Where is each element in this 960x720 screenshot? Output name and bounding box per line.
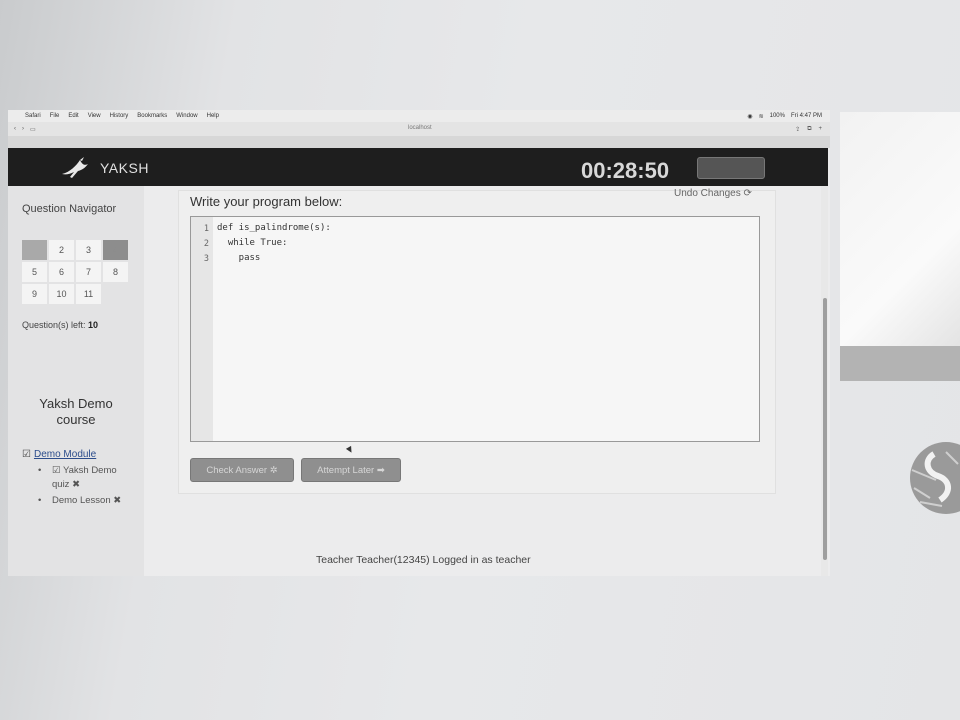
menu-edit[interactable]: Edit	[68, 113, 78, 119]
navbar: YAKSH 00:28:50	[8, 148, 828, 186]
menu-safari[interactable]: Safari	[25, 113, 41, 119]
edit-icon: ☑	[52, 465, 63, 476]
clock[interactable]: Fri 4:47 PM	[791, 113, 822, 119]
question-navigator-title: Question Navigator	[22, 203, 117, 215]
module-item-quiz[interactable]: ☑ Yaksh Demo quiz ✖	[38, 464, 134, 492]
cross-icon: ✖	[113, 495, 122, 506]
logged-in-footer: Teacher Teacher(12345) Logged in as teac…	[316, 554, 531, 566]
check-answer-label: Check Answer	[206, 464, 268, 476]
questions-left: Question(s) left: 10	[22, 320, 98, 330]
scrollbar-thumb[interactable]	[823, 298, 827, 560]
question-button-7[interactable]: 7	[76, 262, 101, 282]
yaksh-bird-logo-icon	[62, 157, 88, 178]
module-item-lesson[interactable]: Demo Lesson ✖	[38, 494, 134, 508]
menu-file[interactable]: File	[50, 113, 60, 119]
code-line[interactable]: while True:	[217, 238, 288, 248]
menu-bookmarks[interactable]: Bookmarks	[137, 113, 167, 119]
undo-changes-link[interactable]: Undo Changes ⟳	[674, 188, 752, 199]
attempt-later-button[interactable]: Attempt Later ➡	[301, 458, 401, 482]
questions-left-label: Question(s) left:	[22, 320, 86, 330]
module-link[interactable]: ☑ Demo Module	[22, 449, 96, 460]
back-icon[interactable]: ‹	[14, 126, 16, 133]
share-icon[interactable]: ⇪	[795, 126, 800, 133]
desk-surface	[840, 346, 960, 381]
refresh-icon: ⟳	[743, 188, 752, 199]
line-number: 3	[203, 254, 209, 264]
browser-toolbar: ‹ › ▭ localhost ⇪ ⧉ +	[8, 122, 830, 137]
quit-exam-button[interactable]	[697, 157, 765, 179]
question-button-4[interactable]: 4	[103, 240, 128, 260]
menu-history[interactable]: History	[110, 113, 129, 119]
line-number-gutter	[191, 217, 213, 441]
question-button-3[interactable]: 3	[76, 240, 101, 260]
code-editor[interactable]: 1 def is_palindrome(s): 2 while True: 3 …	[190, 216, 760, 442]
course-name: Yaksh Demo course	[39, 396, 113, 427]
module-item-label[interactable]: Demo Lesson	[52, 495, 111, 506]
arrow-right-icon: ➡	[376, 464, 385, 476]
tabs-icon[interactable]: ⧉	[807, 126, 811, 133]
quiz-timer: 00:28:50	[581, 158, 670, 183]
attempt-later-label: Attempt Later	[317, 464, 375, 476]
os-menubar: Safari File Edit View History Bookmarks …	[8, 110, 830, 122]
module-name[interactable]: Demo Module	[34, 449, 96, 460]
question-button-9[interactable]: 9	[22, 284, 47, 304]
question-button-11[interactable]: 11	[76, 284, 101, 304]
forward-icon[interactable]: ›	[22, 126, 24, 133]
question-button-8[interactable]: 8	[103, 262, 128, 282]
wifi-icon[interactable]: ≋	[759, 113, 764, 120]
question-navigator-grid: 1 2 3 4 5 6 7 8 9 10 11	[22, 240, 128, 304]
menu-view[interactable]: View	[88, 113, 101, 119]
battery-level[interactable]: 100%	[770, 113, 785, 119]
program-heading: Write your program below:	[190, 194, 343, 209]
gear-icon: ✲	[269, 464, 278, 476]
question-button-6[interactable]: 6	[49, 262, 74, 282]
spoken-tutorial-logo-icon	[910, 442, 960, 514]
new-tab-icon[interactable]: +	[818, 126, 822, 133]
status-icon[interactable]: ◉	[747, 113, 752, 120]
undo-label[interactable]: Undo Changes	[674, 188, 741, 199]
check-answer-button[interactable]: Check Answer ✲	[190, 458, 294, 482]
menu-help[interactable]: Help	[207, 113, 219, 119]
tab-strip	[8, 136, 830, 148]
question-button-10[interactable]: 10	[49, 284, 74, 304]
questions-left-value: 10	[88, 320, 99, 330]
menu-window[interactable]: Window	[176, 113, 197, 119]
question-button-5[interactable]: 5	[22, 262, 47, 282]
line-number: 2	[203, 239, 209, 249]
line-number: 1	[203, 224, 209, 234]
web-page: YAKSH 00:28:50 Question Navigator 1 2 3 …	[8, 148, 830, 576]
brand-name[interactable]: YAKSH	[100, 160, 149, 176]
cross-icon: ✖	[72, 479, 81, 490]
code-line[interactable]: pass	[217, 253, 261, 263]
question-button-2[interactable]: 2	[49, 240, 74, 260]
module-items: ☑ Yaksh Demo quiz ✖ Demo Lesson ✖	[38, 464, 134, 510]
address-bar[interactable]: localhost	[408, 125, 432, 131]
question-button-1[interactable]: 1	[22, 240, 47, 260]
sidebar-toggle-icon[interactable]: ▭	[30, 126, 36, 133]
sidebar: Question Navigator 1 2 3 4 5 6 7 8 9 10 …	[8, 186, 144, 576]
code-line[interactable]: def is_palindrome(s):	[217, 223, 331, 233]
edit-icon: ☑	[22, 449, 31, 460]
presenter-video	[840, 112, 960, 381]
